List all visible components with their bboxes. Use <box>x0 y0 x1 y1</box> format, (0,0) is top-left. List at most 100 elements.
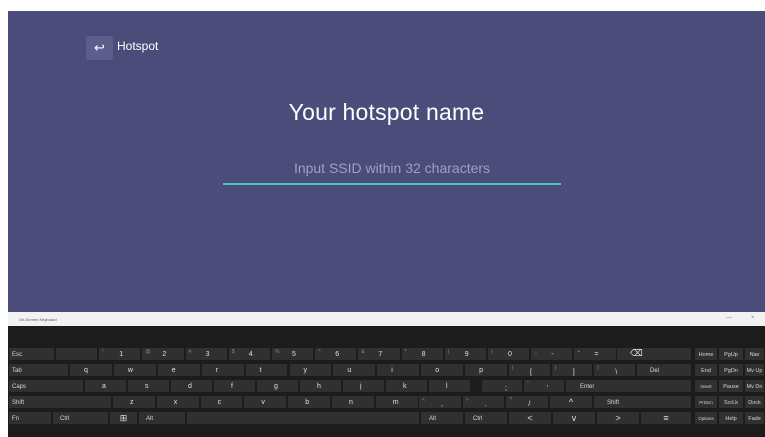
key-nav-options[interactable]: Options <box>694 411 718 425</box>
key-right[interactable]: > <box>596 411 640 425</box>
key-row1-8[interactable]: * 8 <box>400 347 444 361</box>
key-r[interactable]: r <box>200 363 245 377</box>
key-label: PgDn <box>724 368 738 374</box>
close-icon[interactable]: × <box>751 315 755 321</box>
key-label: x <box>173 399 178 406</box>
key-nav-pause[interactable]: Pause <box>718 379 744 393</box>
key-nav-pgup[interactable]: PgUp <box>718 347 744 361</box>
key-label: d <box>188 383 192 390</box>
key-label: Dock <box>748 400 761 406</box>
key-nav-mv-up[interactable]: Mv Up <box>744 363 765 377</box>
key-shift-right[interactable]: Shift <box>593 395 692 409</box>
key-ctrl-right[interactable]: Ctrl <box>464 411 508 425</box>
key-windows[interactable]: ⊞ <box>109 411 138 425</box>
key-secondary-label: } <box>554 365 557 371</box>
key-nav-scrlk[interactable]: ScrLk <box>718 395 744 409</box>
back-button[interactable]: ↩ <box>86 36 113 60</box>
key-secondary-label: ? <box>509 397 513 403</box>
key-t[interactable]: t <box>244 363 289 377</box>
key-context-menu[interactable]: ≡ <box>640 411 692 425</box>
key-secondary-label: ^ <box>318 349 321 355</box>
key-tab[interactable]: Tab <box>8 363 69 377</box>
key-alt-left[interactable]: Alt <box>138 411 186 425</box>
key-nav-home[interactable]: Home <box>694 347 718 361</box>
key-i[interactable]: i <box>376 363 421 377</box>
key-g[interactable]: g <box>256 379 299 393</box>
key-row4-punct-1[interactable]: >. <box>461 395 506 409</box>
key-w[interactable]: w <box>112 363 157 377</box>
key-row4-punct-2[interactable]: ? / <box>505 395 550 409</box>
key-j[interactable]: j <box>342 379 385 393</box>
key-row4-punct-0[interactable]: <, <box>418 395 462 409</box>
key-d[interactable]: d <box>170 379 213 393</box>
key-c[interactable]: c <box>199 395 244 409</box>
key-y[interactable]: y <box>288 363 333 377</box>
menu-icon: ≡ <box>663 413 669 423</box>
key-backspace[interactable]: ⌫ <box>616 347 692 361</box>
key-bracket-0[interactable]: {[ <box>508 363 551 377</box>
key-punct-0[interactable]: :; <box>481 379 523 393</box>
key-punct-1[interactable]: " ' <box>523 379 565 393</box>
key-v[interactable]: v <box>243 395 288 409</box>
key-nav-prtscn[interactable]: PrtScn <box>694 395 718 409</box>
arrow-down-icon: v <box>571 413 577 423</box>
key-row1-12[interactable]: + = <box>573 347 617 361</box>
minimize-icon[interactable]: — <box>726 315 732 321</box>
key-nav-mv-dn[interactable]: Mv Dn <box>744 379 765 393</box>
key-esc[interactable]: Esc <box>8 347 55 361</box>
key-caps[interactable]: Caps <box>8 379 84 393</box>
key-shift-left[interactable]: Shift <box>8 395 112 409</box>
key-fn[interactable]: Fn <box>8 411 52 425</box>
key-row1-4[interactable]: $4 <box>227 347 271 361</box>
key-row1-3[interactable]: #3 <box>184 347 228 361</box>
key-row1-11[interactable]: _ - <box>530 347 574 361</box>
ssid-input[interactable] <box>223 152 561 185</box>
key-space[interactable] <box>186 411 420 425</box>
key-k[interactable]: k <box>385 379 428 393</box>
key-label: - <box>551 351 554 358</box>
key-del[interactable]: Del <box>636 363 692 377</box>
key-row1-5[interactable]: % 5 <box>271 347 315 361</box>
key-f[interactable]: f <box>213 379 256 393</box>
key-bracket-1[interactable]: }] <box>550 363 594 377</box>
key-p[interactable]: p <box>464 363 508 377</box>
key-nav-fade[interactable]: Fade <box>744 411 765 425</box>
key-o[interactable]: o <box>420 363 465 377</box>
key-q[interactable]: q <box>69 363 113 377</box>
key-up[interactable]: ^ <box>549 395 593 409</box>
key-a[interactable]: a <box>84 379 127 393</box>
key-bracket-2[interactable]: | \ <box>593 363 637 377</box>
key-alt-right[interactable]: Alt <box>420 411 464 425</box>
key-u[interactable]: u <box>332 363 377 377</box>
key-nav-end[interactable]: End <box>694 363 718 377</box>
key-z[interactable]: z <box>112 395 156 409</box>
key-s[interactable]: s <box>127 379 170 393</box>
key-h[interactable]: h <box>299 379 342 393</box>
key-row1-6[interactable]: ^ 6 <box>314 347 358 361</box>
key-e[interactable]: e <box>156 363 201 377</box>
key-nav-dock[interactable]: Dock <box>744 395 765 409</box>
key-row1-7[interactable]: & 7 <box>357 347 401 361</box>
key-x[interactable]: x <box>155 395 200 409</box>
key-row1-10[interactable]: ) 0 <box>487 347 531 361</box>
key-row1-0[interactable] <box>55 347 99 361</box>
key-row1-2[interactable]: @2 <box>141 347 185 361</box>
key-secondary-label: ! <box>102 349 104 355</box>
key-m[interactable]: m <box>374 395 419 409</box>
key-label: PrtScn <box>699 400 713 405</box>
key-enter[interactable]: Enter <box>565 379 692 393</box>
key-label: e <box>171 367 176 374</box>
key-row1-9[interactable]: (9 <box>443 347 487 361</box>
key-row1-1[interactable]: ! 1 <box>98 347 142 361</box>
key-l[interactable]: l <box>428 379 471 393</box>
key-ctrl-left[interactable]: Ctrl <box>52 411 109 425</box>
on-screen-keyboard: On-Screen Keyboard — × Esc ⌫ Tab Del Cap… <box>8 312 765 437</box>
key-n[interactable]: n <box>331 395 375 409</box>
key-b[interactable]: b <box>287 395 331 409</box>
key-down[interactable]: v <box>552 411 596 425</box>
key-nav-pgdn[interactable]: PgDn <box>718 363 744 377</box>
key-left[interactable]: < <box>508 411 552 425</box>
key-nav-nav[interactable]: Nav <box>744 347 765 361</box>
key-nav-help[interactable]: Help <box>718 411 744 425</box>
key-nav-insert[interactable]: Insert <box>694 379 718 393</box>
